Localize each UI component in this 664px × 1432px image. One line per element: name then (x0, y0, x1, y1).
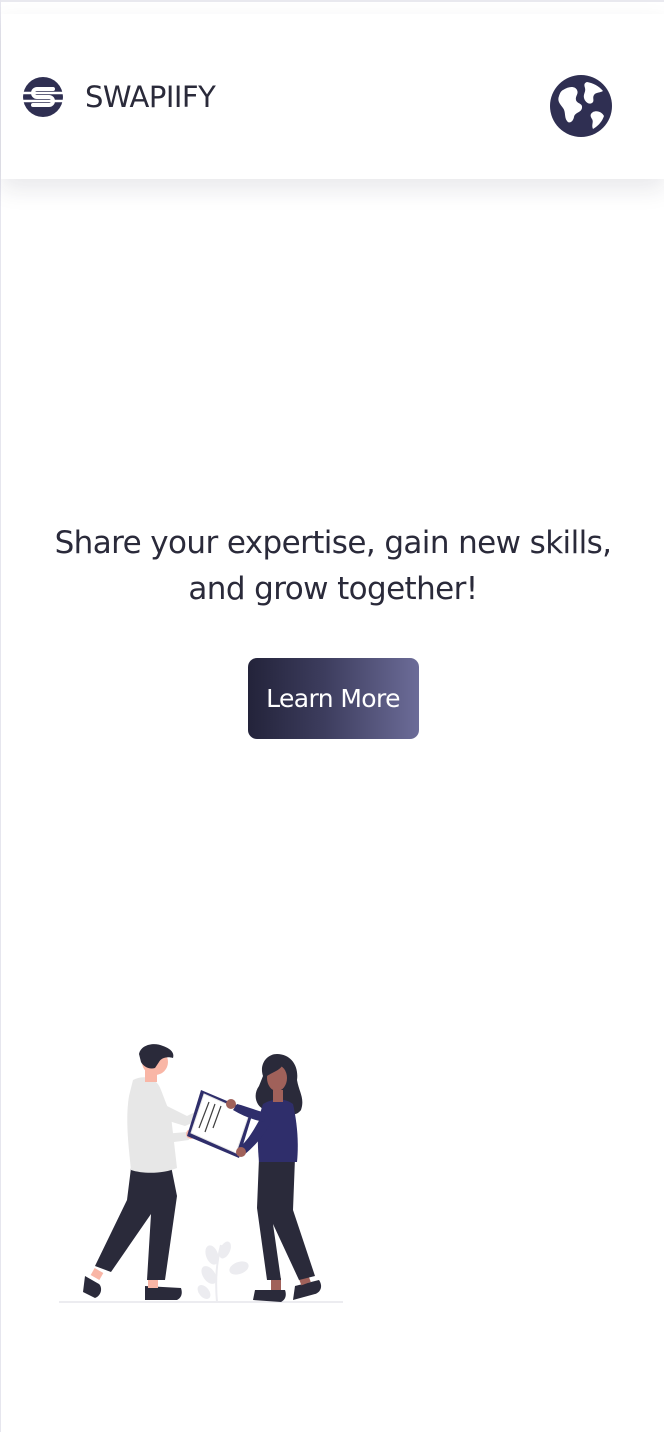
plant-decoration (197, 1241, 249, 1303)
man-figure (83, 1044, 204, 1300)
swapiify-logo-icon (21, 76, 65, 117)
hero-section: Share your expertise, gain new skills, a… (1, 520, 664, 739)
top-divider (1, 0, 664, 2)
language-button[interactable] (549, 74, 613, 138)
brand-name: SWAPIIFY (85, 79, 216, 114)
site-header: SWAPIIFY (1, 14, 664, 179)
learn-more-button[interactable]: Learn More (247, 658, 419, 739)
app-page: SWAPIIFY Share your expertise, gain new … (0, 0, 664, 1432)
globe-icon (550, 75, 612, 137)
people-illustration (59, 1044, 343, 1303)
brand-link[interactable]: SWAPIIFY (21, 75, 216, 119)
hero-tagline: Share your expertise, gain new skills, a… (54, 525, 612, 607)
